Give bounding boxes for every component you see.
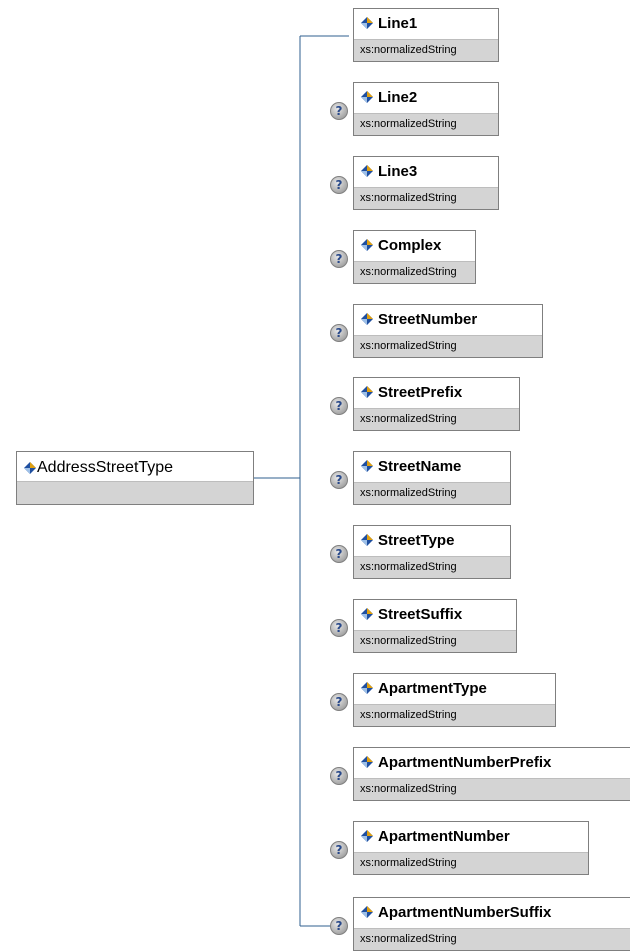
child-element-type: xs:normalizedString (354, 778, 630, 800)
optional-question-icon: ? (330, 250, 348, 268)
optional-question-icon: ? (330, 545, 348, 563)
child-element-name: Line2 (378, 88, 418, 106)
element-diamond-icon (360, 905, 374, 919)
child-element-node[interactable]: StreetNumber xs:normalizedString (353, 304, 543, 358)
child-element-node[interactable]: Line2 xs:normalizedString (353, 82, 499, 136)
child-element-node[interactable]: ApartmentNumberPrefix xs:normalizedString (353, 747, 630, 801)
element-diamond-icon (360, 385, 374, 399)
child-element-name: StreetNumber (378, 310, 478, 328)
child-element-type: xs:normalizedString (354, 261, 475, 283)
child-element-type: xs:normalizedString (354, 335, 542, 357)
element-diamond-icon (360, 312, 374, 326)
element-diamond-icon (360, 681, 374, 695)
child-element-name: StreetName (378, 457, 462, 475)
child-element-type: xs:normalizedString (354, 187, 498, 209)
child-element-node[interactable]: Line3 xs:normalizedString (353, 156, 499, 210)
child-element-name: ApartmentNumberPrefix (378, 753, 552, 771)
child-element-node[interactable]: StreetName xs:normalizedString (353, 451, 511, 505)
child-element-type: xs:normalizedString (354, 39, 498, 61)
child-element-node[interactable]: StreetType xs:normalizedString (353, 525, 511, 579)
element-diamond-icon (360, 829, 374, 843)
element-diamond-icon (360, 90, 374, 104)
root-element-node[interactable]: AddressStreetType (16, 451, 254, 505)
element-diamond-icon (360, 238, 374, 252)
root-type-bar (17, 481, 253, 504)
child-element-type: xs:normalizedString (354, 704, 555, 726)
child-element-type: xs:normalizedString (354, 113, 498, 135)
element-diamond-icon (360, 459, 374, 473)
optional-question-icon: ? (330, 102, 348, 120)
child-element-type: xs:normalizedString (354, 630, 516, 652)
optional-question-icon: ? (330, 176, 348, 194)
child-element-type: xs:normalizedString (354, 408, 519, 430)
child-element-name: Complex (378, 236, 442, 254)
element-diamond-icon (23, 461, 37, 475)
child-element-name: ApartmentType (378, 679, 487, 697)
child-element-type: xs:normalizedString (354, 482, 510, 504)
element-diamond-icon (360, 755, 374, 769)
child-element-name: ApartmentNumber (378, 827, 510, 845)
child-element-node[interactable]: Line1 xs:normalizedString (353, 8, 499, 62)
child-element-name: ApartmentNumberSuffix (378, 903, 552, 921)
child-element-type: xs:normalizedString (354, 928, 630, 950)
child-element-node[interactable]: ApartmentType xs:normalizedString (353, 673, 556, 727)
child-element-node[interactable]: StreetSuffix xs:normalizedString (353, 599, 517, 653)
optional-question-icon: ? (330, 619, 348, 637)
element-diamond-icon (360, 164, 374, 178)
optional-question-icon: ? (330, 767, 348, 785)
child-element-name: Line1 (378, 14, 418, 32)
child-element-name: StreetType (378, 531, 455, 549)
child-element-name: StreetPrefix (378, 383, 463, 401)
child-element-type: xs:normalizedString (354, 852, 588, 874)
child-element-node[interactable]: Complex xs:normalizedString (353, 230, 476, 284)
child-element-name: Line3 (378, 162, 418, 180)
optional-question-icon: ? (330, 841, 348, 859)
optional-question-icon: ? (330, 324, 348, 342)
optional-question-icon: ? (330, 397, 348, 415)
child-element-type: xs:normalizedString (354, 556, 510, 578)
element-diamond-icon (360, 16, 374, 30)
element-diamond-icon (360, 533, 374, 547)
root-element-name: AddressStreetType (37, 459, 174, 476)
optional-question-icon: ? (330, 693, 348, 711)
element-diamond-icon (360, 607, 374, 621)
optional-question-icon: ? (330, 917, 348, 935)
child-element-node[interactable]: ApartmentNumberSuffix xs:normalizedString (353, 897, 630, 951)
child-element-name: StreetSuffix (378, 605, 463, 623)
child-element-node[interactable]: StreetPrefix xs:normalizedString (353, 377, 520, 431)
child-element-node[interactable]: ApartmentNumber xs:normalizedString (353, 821, 589, 875)
optional-question-icon: ? (330, 471, 348, 489)
